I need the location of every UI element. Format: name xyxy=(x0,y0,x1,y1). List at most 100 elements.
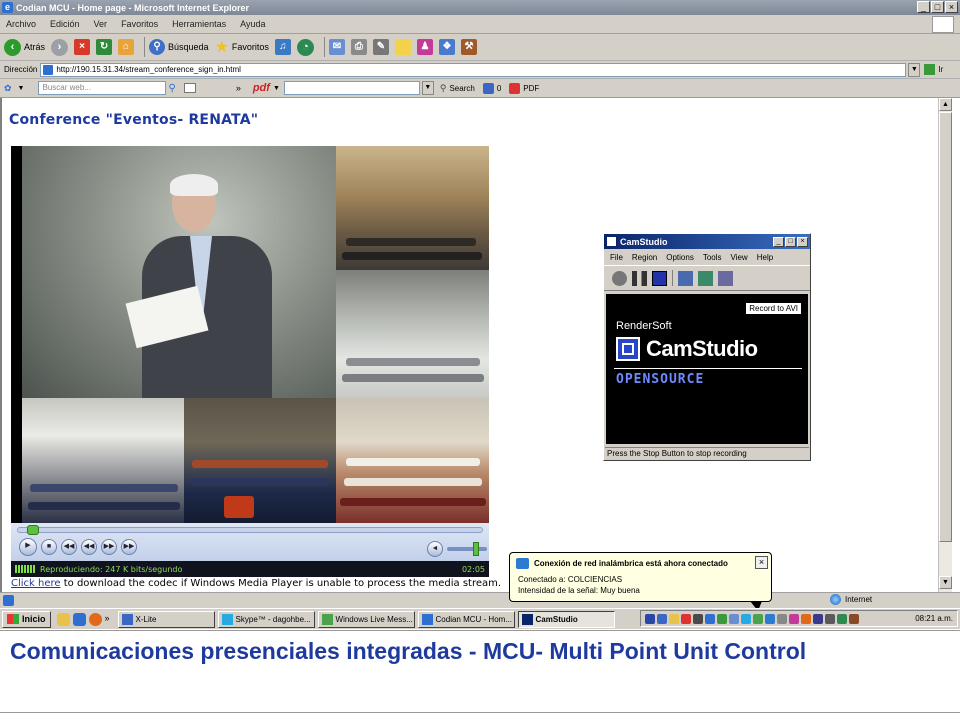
camstudio-maximize-button[interactable]: □ xyxy=(785,236,796,247)
search-label-2[interactable]: Search xyxy=(449,84,474,93)
toolbar-dropdown-icon[interactable]: ▼ xyxy=(18,85,25,92)
stop-record-icon[interactable] xyxy=(652,270,667,286)
close-button[interactable]: × xyxy=(945,1,958,13)
quicklaunch-more-icon[interactable]: » xyxy=(105,613,110,626)
tray-monitor-icon[interactable] xyxy=(729,613,739,624)
task-camstudio[interactable]: CamStudio xyxy=(517,610,615,628)
address-input[interactable]: http://190.15.31.34/stream_conference_si… xyxy=(40,62,907,77)
previous-icon[interactable]: ◀◀ xyxy=(61,539,77,555)
scroll-up-icon[interactable]: ▲ xyxy=(939,98,952,111)
search-go-icon[interactable]: ⚲ xyxy=(168,83,175,94)
speaker-icon[interactable]: ◄ xyxy=(427,541,443,557)
scroll-thumb[interactable] xyxy=(939,112,952,542)
notification-close-button[interactable]: × xyxy=(755,556,768,569)
video-stream[interactable] xyxy=(11,146,489,523)
pdf-search-dropdown-icon[interactable]: ▼ xyxy=(421,81,434,95)
tray-shield-icon[interactable] xyxy=(669,613,679,624)
menu-archivo[interactable]: Archivo xyxy=(6,19,36,29)
pdf-dropdown-icon[interactable]: ▼ xyxy=(273,85,280,92)
next-icon[interactable]: ▶▶ xyxy=(121,539,137,555)
more-chevron-icon[interactable]: » xyxy=(236,83,241,93)
web-search-input[interactable]: Buscar web... xyxy=(38,81,167,95)
record-icon[interactable] xyxy=(612,270,627,286)
edit-button[interactable]: ✎ xyxy=(372,39,389,55)
rewind-icon[interactable]: ◀◀ xyxy=(81,539,97,555)
pause-icon[interactable] xyxy=(632,270,647,286)
play-icon[interactable]: ▶ xyxy=(19,538,37,556)
tray-sync-icon[interactable] xyxy=(717,613,727,624)
tray-update-icon[interactable] xyxy=(801,613,811,624)
tray-antivirus-icon[interactable] xyxy=(681,613,691,624)
menu-herramientas[interactable]: Herramientas xyxy=(172,19,226,29)
forward-button[interactable]: › xyxy=(51,38,69,56)
camstudio-menu-options[interactable]: Options xyxy=(666,253,694,262)
media-button[interactable]: ♫ xyxy=(274,39,291,55)
options-icon[interactable] xyxy=(698,270,713,286)
stop-player-icon[interactable]: ■ xyxy=(41,539,57,555)
wireless-notification[interactable]: Conexión de red inalámbrica está ahora c… xyxy=(509,552,772,611)
tray-device-icon[interactable] xyxy=(693,613,703,624)
volume-slider[interactable] xyxy=(447,542,487,556)
menu-favoritos[interactable]: Favoritos xyxy=(121,19,158,29)
task-skype[interactable]: Skype™ - dagohbe... xyxy=(217,610,315,628)
tray-es-icon[interactable] xyxy=(645,613,655,624)
tray-camstudio-icon[interactable] xyxy=(813,613,823,624)
vertical-scrollbar[interactable]: ▲ ▼ xyxy=(938,98,952,592)
task-messenger[interactable]: Windows Live Mess... xyxy=(317,610,415,628)
search-button[interactable]: ⚲ Búsqueda xyxy=(149,39,209,55)
stop-button[interactable]: × xyxy=(74,39,91,55)
codec-download-link[interactable]: Click here xyxy=(11,578,61,589)
start-button[interactable]: Inicio xyxy=(2,610,51,628)
quicklaunch-firefox-icon[interactable] xyxy=(88,612,102,626)
camstudio-close-button[interactable]: × xyxy=(797,236,808,247)
tray-volume-icon[interactable] xyxy=(825,613,835,624)
research-button[interactable]: ❖ xyxy=(438,39,455,55)
discuss-button[interactable] xyxy=(394,39,411,55)
camstudio-menu-file[interactable]: File xyxy=(610,253,623,262)
tray-skype-icon[interactable] xyxy=(741,613,751,624)
tray-messenger-icon[interactable] xyxy=(753,613,763,624)
tools-button[interactable]: ⚒ xyxy=(460,39,477,55)
minimize-button[interactable]: _ xyxy=(917,1,930,13)
region-icon[interactable] xyxy=(678,270,693,286)
camstudio-menu-help[interactable]: Help xyxy=(757,253,773,262)
tray-wireless-icon[interactable] xyxy=(765,613,775,624)
favorites-button[interactable]: ★ Favoritos xyxy=(215,37,269,57)
task-xlite[interactable]: X-Lite xyxy=(117,610,215,628)
menu-ver[interactable]: Ver xyxy=(94,19,108,29)
tray-network-icon[interactable] xyxy=(705,613,715,624)
messenger-button[interactable]: ♟ xyxy=(416,39,433,55)
go-button[interactable]: Ir xyxy=(924,64,943,75)
address-dropdown-icon[interactable]: ▼ xyxy=(908,62,921,77)
menu-ayuda[interactable]: Ayuda xyxy=(240,19,265,29)
fast-forward-icon[interactable]: ▶▶ xyxy=(101,539,117,555)
tray-app-icon[interactable] xyxy=(657,613,667,624)
back-button[interactable]: ‹ Atrás xyxy=(4,38,45,56)
menu-edicion[interactable]: Edición xyxy=(50,19,80,29)
quicklaunch-ie-icon[interactable] xyxy=(72,612,86,626)
camstudio-menu-view[interactable]: View xyxy=(731,253,748,262)
mail-button[interactable]: ✉ xyxy=(328,39,345,55)
task-codian[interactable]: Codian MCU - Hom... xyxy=(417,610,515,628)
home-button[interactable]: ⌂ xyxy=(118,39,135,55)
refresh-button[interactable]: ↻ xyxy=(96,39,113,55)
camstudio-menu-tools[interactable]: Tools xyxy=(703,253,722,262)
tray-globe-icon[interactable] xyxy=(837,613,847,624)
maximize-button[interactable]: □ xyxy=(931,1,944,13)
quicklaunch-desktop-icon[interactable] xyxy=(56,612,70,626)
pdf-search-input[interactable] xyxy=(283,81,420,95)
camstudio-menu-region[interactable]: Region xyxy=(632,253,657,262)
camstudio-minimize-button[interactable]: _ xyxy=(773,236,784,247)
toolbar-option-icon[interactable] xyxy=(183,83,196,93)
history-button[interactable]: ◔ xyxy=(296,38,314,56)
tray-misc-icon[interactable] xyxy=(789,613,799,624)
tray-printer-icon[interactable] xyxy=(777,613,787,624)
clock[interactable]: 08:21 a.m. xyxy=(915,614,953,623)
swf-icon[interactable] xyxy=(718,270,733,286)
pdf-label[interactable]: PDF xyxy=(523,84,539,93)
seek-bar[interactable] xyxy=(17,525,483,535)
tray-security-icon[interactable] xyxy=(849,613,859,624)
print-button[interactable]: ⎙ xyxy=(350,39,367,55)
seek-knob[interactable] xyxy=(27,525,39,535)
volume-knob[interactable] xyxy=(473,542,479,556)
